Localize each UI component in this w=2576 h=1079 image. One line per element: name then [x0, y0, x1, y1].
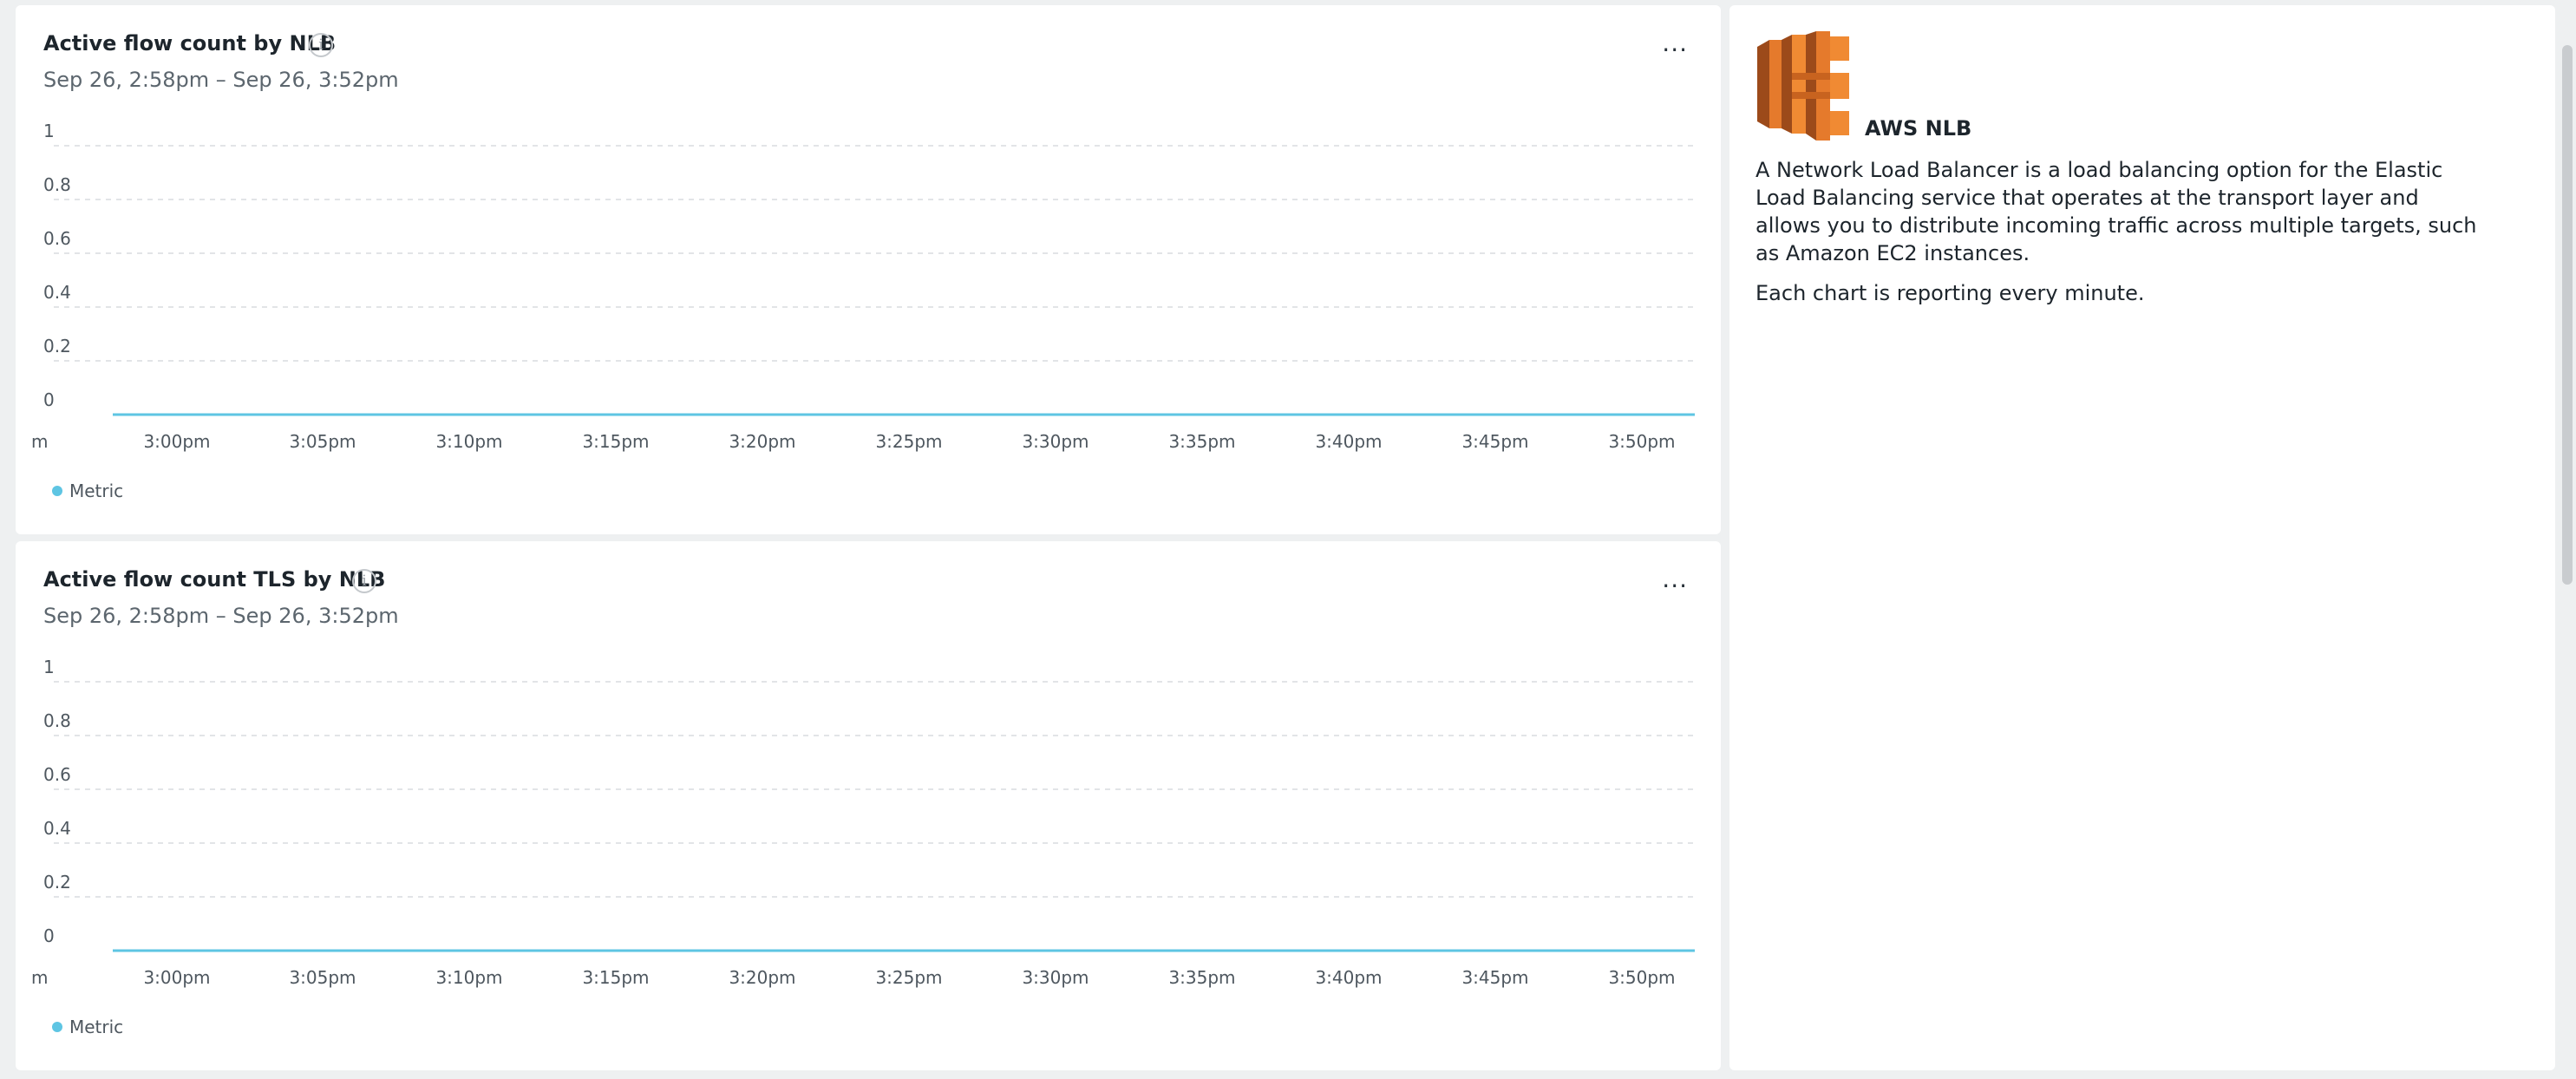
x-tick-label: 3:20pm [729, 431, 795, 452]
y-tick-label: 0.6 [43, 228, 71, 249]
x-tick-label: 3:50pm [1608, 431, 1675, 452]
chart-card-active-flow-tls: Active flow count TLS by NLB i Sep 26, 2… [16, 541, 1721, 1070]
info-panel: AWS NLB A Network Load Balancer is a loa… [1729, 5, 2555, 1070]
x-tick-label: 3:25pm [875, 967, 942, 988]
legend-swatch [52, 486, 62, 496]
legend-swatch [52, 1022, 62, 1032]
x-tick-label: 3:05pm [289, 431, 356, 452]
y-tick-label: 0 [43, 389, 55, 410]
x-tick-label: 3:15pm [582, 431, 649, 452]
chart-legend[interactable]: Metric [52, 1017, 123, 1037]
y-tick-label: 0.4 [43, 818, 71, 839]
aws-nlb-icon [1757, 31, 1849, 141]
x-tick-label: 3:10pm [435, 431, 502, 452]
x-tick-label: 3:35pm [1168, 967, 1235, 988]
chart-card-active-flow: Active flow count by NLB i Sep 26, 2:58p… [16, 5, 1721, 534]
line-chart-plot: 1 0.8 0.6 0.4 0.2 0 m 3:00pm 3:05pm 3:10pm 3:15pm 3… [31, 121, 1695, 452]
x-tick-label: 3:35pm [1168, 431, 1235, 452]
service-name: AWS NLB [1865, 116, 1972, 141]
x-tick-label: 3:05pm [289, 967, 356, 988]
x-tick-label: 3:40pm [1315, 431, 1382, 452]
x-tick-label: 3:30pm [1022, 967, 1089, 988]
y-tick-label: 1 [43, 657, 55, 677]
y-tick-label: 0.8 [43, 174, 71, 195]
x-tick-label: 3:00pm [143, 431, 210, 452]
x-tick-label: m [31, 967, 48, 988]
x-tick-label: 3:45pm [1461, 431, 1528, 452]
x-tick-label: 3:20pm [729, 967, 795, 988]
x-tick-label: m [31, 431, 48, 452]
x-tick-label: 3:30pm [1022, 431, 1089, 452]
y-tick-label: 0.6 [43, 764, 71, 785]
x-tick-label: 3:40pm [1315, 967, 1382, 988]
y-tick-label: 0 [43, 925, 55, 946]
x-tick-label: 3:10pm [435, 967, 502, 988]
reporting-note: Each chart is reporting every minute. [1755, 281, 2145, 305]
legend-label: Metric [69, 481, 124, 501]
line-chart-plot: 1 0.8 0.6 0.4 0.2 0 m 3:00pm 3:05pm 3:10pm 3:15pm 3… [31, 657, 1695, 988]
y-tick-label: 0.8 [43, 710, 71, 731]
y-tick-label: 0.4 [43, 282, 71, 303]
y-tick-label: 0.2 [43, 872, 71, 893]
chart-legend[interactable]: Metric [52, 481, 123, 501]
legend-label: Metric [69, 1017, 124, 1037]
y-tick-label: 1 [43, 121, 55, 141]
x-tick-label: 3:50pm [1608, 967, 1675, 988]
y-tick-label: 0.2 [43, 336, 71, 356]
x-tick-label: 3:15pm [582, 967, 649, 988]
x-tick-label: 3:45pm [1461, 967, 1528, 988]
service-description: A Network Load Balancer is a load balanc… [1755, 158, 2477, 265]
vertical-scrollbar[interactable] [2562, 45, 2573, 585]
x-tick-label: 3:25pm [875, 431, 942, 452]
x-tick-label: 3:00pm [143, 967, 210, 988]
